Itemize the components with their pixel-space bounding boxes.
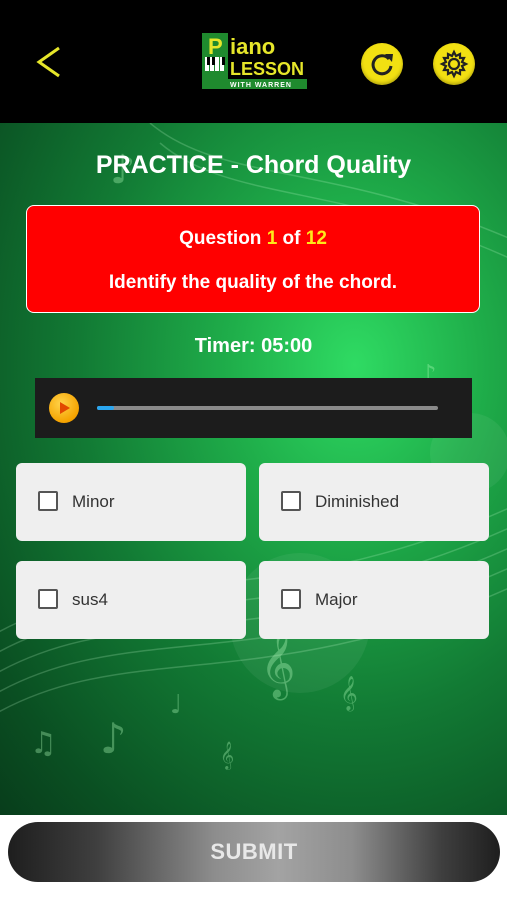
audio-progress-bar[interactable] bbox=[97, 406, 438, 410]
question-prompt: Identify the quality of the chord. bbox=[108, 272, 398, 293]
checkbox[interactable] bbox=[281, 589, 301, 609]
logo-bottom-text: WITH WARREN bbox=[230, 82, 292, 89]
back-button[interactable] bbox=[30, 40, 66, 84]
quiz-area: ♪ 𝄞 ♪ ♫ 𝄞 𝄞 ♪ ♩ PRACTICE - Chord Quality… bbox=[0, 123, 507, 815]
option-label: sus4 bbox=[72, 590, 108, 609]
play-button[interactable] bbox=[49, 393, 79, 423]
logo-letter: P bbox=[208, 34, 223, 59]
option-label: Minor bbox=[72, 492, 115, 511]
timer: Timer: 05:00 bbox=[194, 335, 313, 357]
svg-text:♩: ♩ bbox=[170, 690, 182, 720]
answer-option-sus4[interactable]: sus4 bbox=[16, 561, 246, 639]
logo-mid-text: LESSON bbox=[230, 59, 304, 79]
footer: SUBMIT bbox=[0, 815, 507, 900]
option-label: Diminished bbox=[315, 492, 400, 511]
settings-button[interactable] bbox=[433, 43, 475, 85]
svg-text:𝄞: 𝄞 bbox=[340, 676, 358, 712]
question-prefix: Question bbox=[179, 228, 267, 249]
submit-button[interactable]: SUBMIT bbox=[8, 822, 500, 882]
checkbox[interactable] bbox=[38, 491, 58, 511]
answer-option-minor[interactable]: Minor bbox=[16, 463, 246, 541]
gear-icon bbox=[439, 49, 469, 79]
answer-option-diminished[interactable]: Diminished bbox=[259, 463, 489, 541]
audio-player bbox=[35, 378, 472, 438]
option-label: Major bbox=[315, 590, 358, 609]
reload-button[interactable] bbox=[361, 43, 403, 85]
refresh-icon bbox=[371, 54, 393, 76]
question-total: 12 bbox=[305, 228, 327, 249]
play-icon bbox=[60, 402, 70, 414]
svg-text:♪: ♪ bbox=[100, 714, 127, 763]
app-logo: P iano LESSON WITH WARREN bbox=[200, 30, 310, 92]
page-title: PRACTICE - Chord Quality bbox=[95, 151, 412, 179]
svg-text:♫: ♫ bbox=[30, 726, 57, 761]
question-current: 1 bbox=[266, 228, 278, 249]
chevron-left-icon bbox=[36, 46, 60, 78]
answer-option-major[interactable]: Major bbox=[259, 561, 489, 639]
question-card: Question 1 of 12 Identify the quality of… bbox=[26, 205, 480, 313]
logo-top-text: iano bbox=[230, 34, 275, 59]
question-counter: Question 1 of 12 bbox=[27, 228, 479, 250]
svg-text:𝄞: 𝄞 bbox=[220, 741, 234, 770]
top-bar: P iano LESSON WITH WARREN bbox=[0, 0, 507, 123]
checkbox[interactable] bbox=[38, 589, 58, 609]
checkbox[interactable] bbox=[281, 491, 301, 511]
audio-progress-fill bbox=[97, 406, 115, 410]
question-of: of bbox=[277, 228, 306, 249]
